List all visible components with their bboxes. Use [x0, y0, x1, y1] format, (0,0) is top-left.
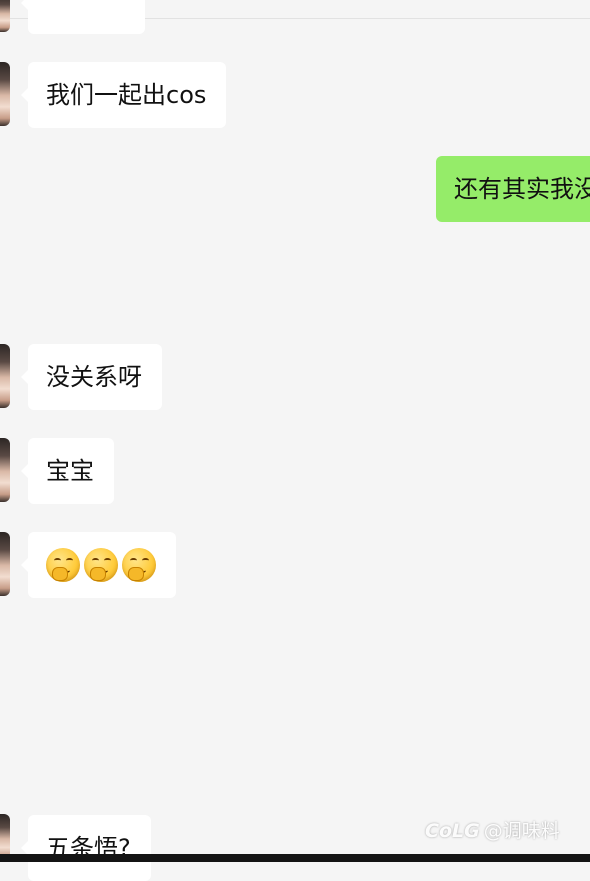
- message-text: 宝宝: [46, 457, 94, 485]
- message-bubble-incoming[interactable]: 宝宝: [21, 438, 114, 504]
- emoji-row: [46, 548, 156, 582]
- thinking-face-icon: [122, 548, 156, 582]
- message-bubble-incoming[interactable]: [21, 532, 176, 598]
- contact-avatar[interactable]: [0, 438, 10, 502]
- watermark-handle: @调味料: [483, 820, 560, 842]
- message-bubble-incoming[interactable]: 没关系呀: [21, 344, 162, 410]
- message-text: 没关系呀: [46, 363, 142, 391]
- message-bubble-incoming[interactable]: 五条悟?: [21, 815, 151, 881]
- thinking-face-icon: [84, 548, 118, 582]
- message-text: 还有其实我没: [454, 175, 590, 203]
- bottom-bar: [0, 854, 590, 862]
- message-text: 我们一起出cos: [46, 81, 207, 109]
- watermark: CoLG @调味料: [425, 816, 560, 843]
- message-bubble-incoming[interactable]: [21, 0, 145, 34]
- thinking-face-icon: [46, 548, 80, 582]
- contact-avatar[interactable]: [0, 0, 10, 32]
- message-bubble-incoming[interactable]: 我们一起出cos: [20, 62, 227, 128]
- contact-avatar[interactable]: [0, 532, 10, 596]
- watermark-logo: CoLG: [425, 820, 480, 842]
- contact-avatar[interactable]: [0, 344, 10, 408]
- contact-avatar[interactable]: [0, 62, 10, 126]
- message-bubble-outgoing[interactable]: 还有其实我没: [436, 156, 590, 222]
